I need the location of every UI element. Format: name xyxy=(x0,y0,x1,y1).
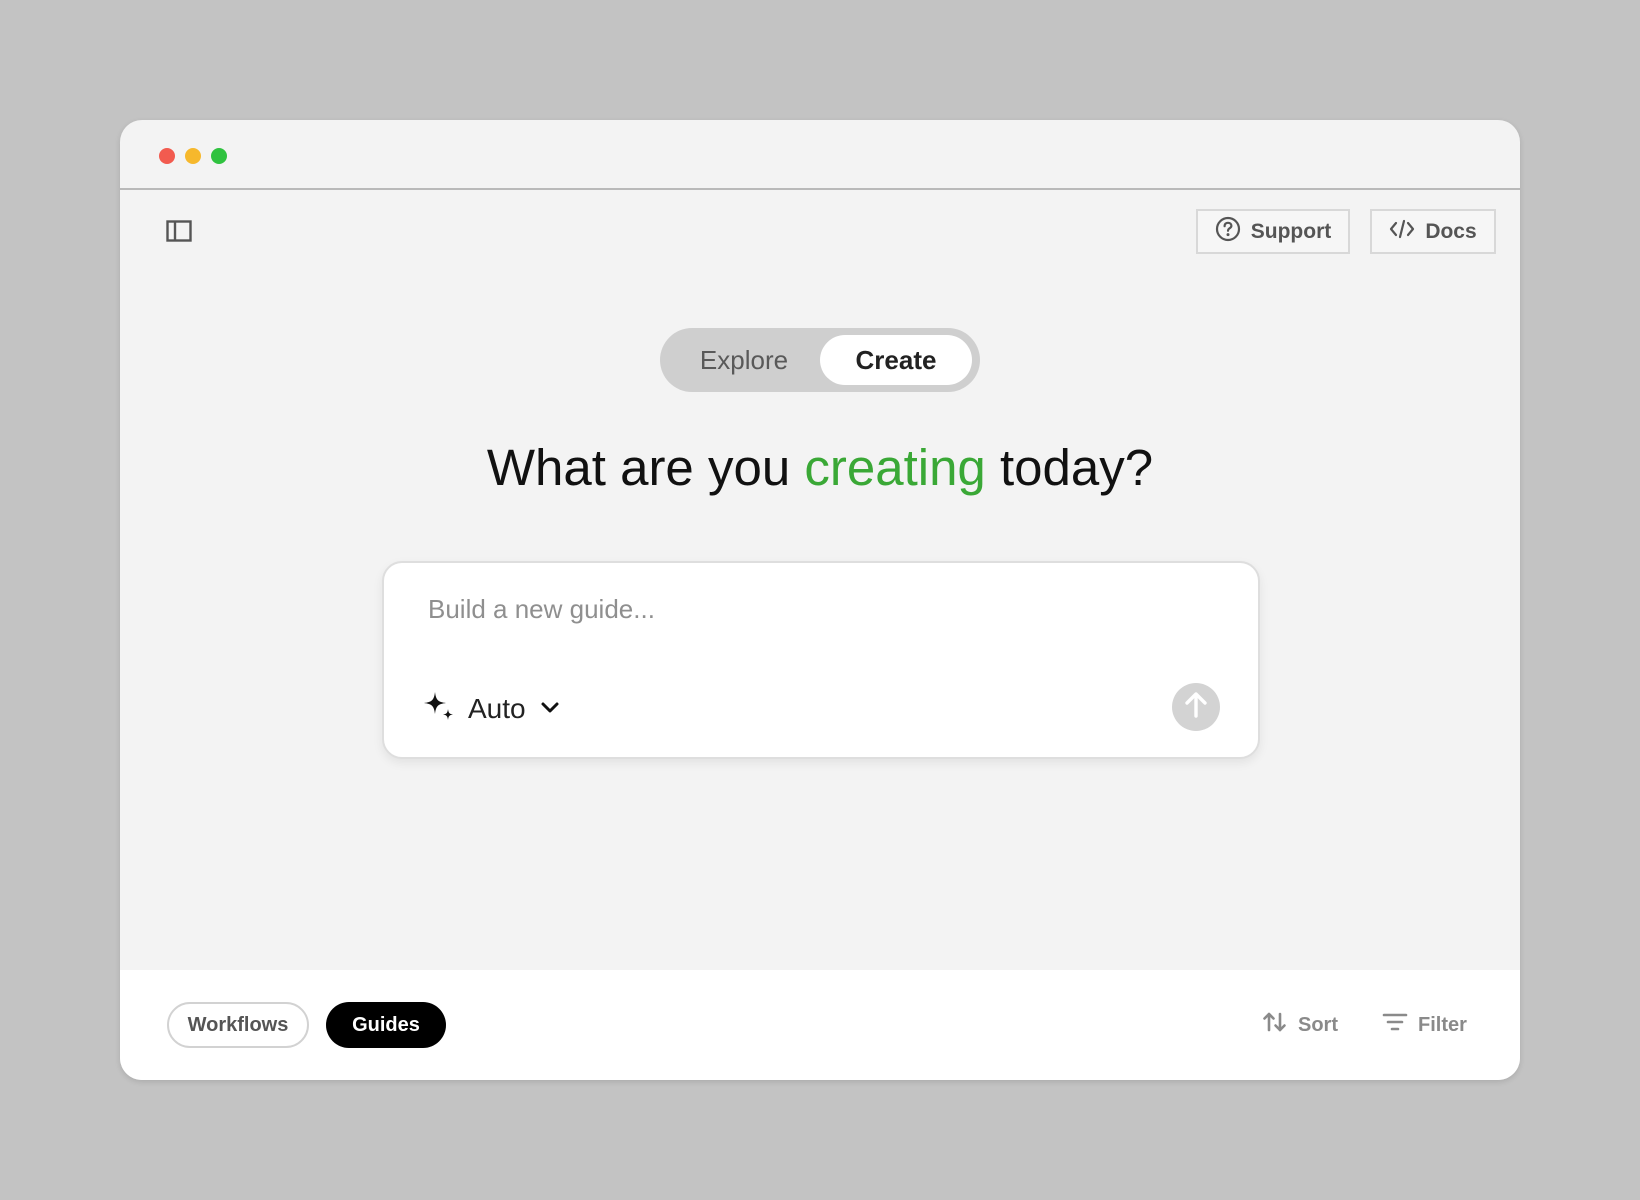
sort-icon xyxy=(1262,1010,1288,1040)
support-label: Support xyxy=(1250,219,1332,243)
docs-label: Docs xyxy=(1425,219,1477,243)
chevron-down-icon xyxy=(538,695,562,724)
title-prefix: What are you xyxy=(486,439,805,496)
title-accent: creating xyxy=(804,439,986,496)
send-button[interactable] xyxy=(1172,683,1220,731)
filter-button[interactable]: Filter xyxy=(1382,1008,1467,1042)
composer-card: Auto xyxy=(382,561,1260,759)
docs-button[interactable]: Docs xyxy=(1370,209,1496,254)
sort-button[interactable]: Sort xyxy=(1262,1008,1338,1042)
close-window-button[interactable] xyxy=(159,148,175,164)
mode-switch: Explore Create xyxy=(660,328,980,392)
filter-icon xyxy=(1382,1010,1408,1040)
page-title: What are you creating today? xyxy=(120,438,1520,497)
title-suffix: today? xyxy=(985,439,1154,496)
tab-workflows[interactable]: Workflows xyxy=(167,1002,309,1048)
sidebar-toggle-icon[interactable] xyxy=(166,220,192,242)
sparkle-icon xyxy=(422,690,456,729)
tab-explore[interactable]: Explore xyxy=(668,335,820,385)
filter-label: Filter xyxy=(1418,1013,1467,1036)
bottom-toolbar: Workflows Guides Sort Filter xyxy=(120,970,1520,1080)
mode-label: Auto xyxy=(468,693,526,724)
support-button[interactable]: Support xyxy=(1196,209,1350,254)
minimize-window-button[interactable] xyxy=(185,148,201,164)
sort-label: Sort xyxy=(1298,1013,1338,1036)
mode-dropdown[interactable]: Auto xyxy=(422,689,562,729)
tab-guides[interactable]: Guides xyxy=(326,1002,446,1048)
code-icon xyxy=(1389,218,1415,246)
help-circle-icon xyxy=(1215,216,1241,248)
maximize-window-button[interactable] xyxy=(211,148,227,164)
tab-create[interactable]: Create xyxy=(820,335,972,385)
prompt-input[interactable] xyxy=(428,589,1188,629)
arrow-up-icon xyxy=(1181,690,1211,725)
app-window: Support Docs Explore Create What are you… xyxy=(120,120,1520,1080)
title-bar xyxy=(120,120,1520,190)
